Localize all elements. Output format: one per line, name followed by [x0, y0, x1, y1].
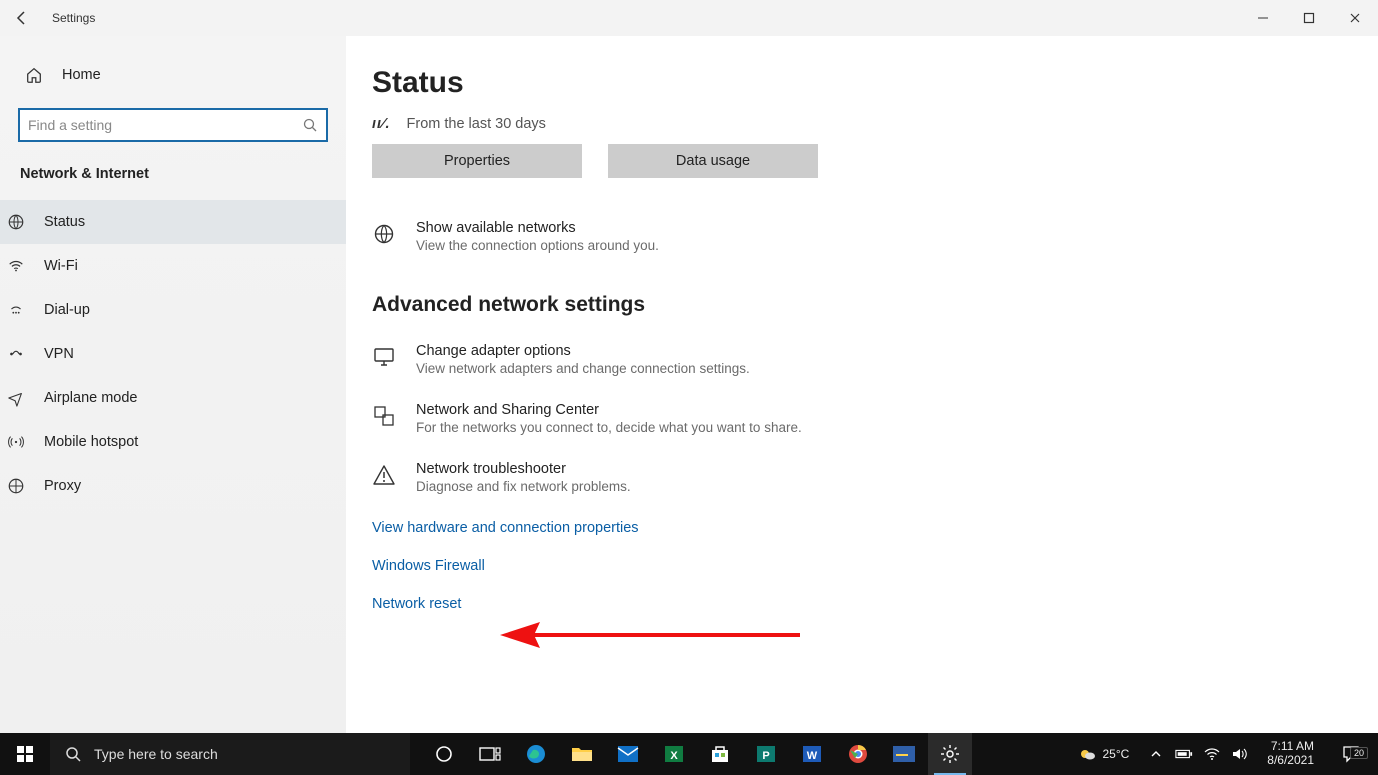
globe-icon: [372, 220, 398, 253]
sidebar-item-label: Proxy: [44, 478, 81, 494]
svg-text:X: X: [670, 750, 678, 762]
clock-time: 7:11 AM: [1267, 740, 1314, 754]
weather-temp: 25°C: [1102, 747, 1129, 761]
sidebar-item-wifi[interactable]: Wi-Fi: [0, 244, 346, 288]
item-title: Change adapter options: [416, 343, 750, 359]
sidebar-home-label: Home: [62, 67, 101, 83]
volume-icon[interactable]: [1231, 747, 1249, 761]
sharing-center-item[interactable]: Network and Sharing Center For the netwo…: [372, 402, 1378, 435]
home-icon: [24, 66, 44, 84]
battery-icon[interactable]: [1175, 748, 1193, 760]
sidebar-category: Network & Internet: [18, 164, 328, 200]
svg-text:W: W: [807, 750, 818, 762]
chrome-icon[interactable]: [836, 733, 880, 775]
sidebar-item-label: VPN: [44, 346, 74, 362]
search-box[interactable]: [18, 108, 328, 142]
start-button[interactable]: [0, 733, 50, 775]
titlebar: Settings: [0, 0, 1378, 36]
wifi-icon: [6, 257, 26, 275]
publisher-icon[interactable]: P: [744, 733, 788, 775]
data-chart-icon: ıı⁄.: [372, 116, 391, 132]
sidebar-item-airplane[interactable]: Airplane mode: [0, 376, 346, 420]
clock-date: 8/6/2021: [1267, 754, 1314, 768]
search-icon: [64, 745, 82, 763]
advanced-heading: Advanced network settings: [372, 293, 1378, 317]
window-title: Settings: [44, 11, 95, 25]
hardware-link[interactable]: View hardware and connection properties: [372, 520, 1378, 536]
monitor-icon: [372, 343, 398, 376]
search-icon: [302, 117, 318, 133]
weather-widget[interactable]: 25°C: [1070, 745, 1137, 763]
page-title: Status: [372, 66, 1378, 100]
network-reset-link[interactable]: Network reset: [372, 596, 1378, 612]
system-tray: 25°C 7:11 AM 8/6/2021 20: [1062, 740, 1378, 768]
cortana-button[interactable]: [422, 733, 466, 775]
settings-taskbar-icon[interactable]: [928, 733, 972, 775]
maximize-button[interactable]: [1286, 0, 1332, 36]
minimize-button[interactable]: [1240, 0, 1286, 36]
taskbar: Type here to search X P W: [0, 733, 1378, 775]
proxy-icon: [6, 477, 26, 495]
globe-icon: [6, 213, 26, 231]
warning-icon: [372, 461, 398, 494]
edge-icon[interactable]: [514, 733, 558, 775]
airplane-icon: [6, 389, 26, 407]
item-desc: View the connection options around you.: [416, 238, 659, 253]
mail-icon[interactable]: [606, 733, 650, 775]
sidebar-item-label: Airplane mode: [44, 390, 138, 406]
taskbar-search[interactable]: Type here to search: [50, 733, 410, 775]
sidebar-item-label: Dial-up: [44, 302, 90, 318]
data-usage-button[interactable]: Data usage: [608, 144, 818, 178]
dialup-icon: [6, 301, 26, 319]
hotspot-icon: [6, 433, 26, 451]
excel-icon[interactable]: X: [652, 733, 696, 775]
sidebar-item-label: Status: [44, 214, 85, 230]
item-title: Show available networks: [416, 220, 659, 236]
status-summary: ıı⁄. From the last 30 days: [372, 116, 1378, 132]
show-networks-item[interactable]: Show available networks View the connect…: [372, 220, 1378, 253]
sidebar-item-proxy[interactable]: Proxy: [0, 464, 346, 508]
wifi-tray-icon[interactable]: [1203, 747, 1221, 761]
item-desc: For the networks you connect to, decide …: [416, 420, 802, 435]
item-desc: View network adapters and change connect…: [416, 361, 750, 376]
properties-button[interactable]: Properties: [372, 144, 582, 178]
app-icon[interactable]: [882, 733, 926, 775]
vpn-icon: [6, 345, 26, 363]
sidebar-item-vpn[interactable]: VPN: [0, 332, 346, 376]
change-adapter-item[interactable]: Change adapter options View network adap…: [372, 343, 1378, 376]
notification-badge: 20: [1350, 747, 1368, 759]
sidebar-item-status[interactable]: Status: [0, 200, 346, 244]
troubleshooter-item[interactable]: Network troubleshooter Diagnose and fix …: [372, 461, 1378, 494]
status-subtext: From the last 30 days: [407, 116, 546, 132]
sidebar: Home Network & Internet Status Wi-Fi: [0, 36, 346, 733]
task-view-button[interactable]: [468, 733, 512, 775]
close-button[interactable]: [1332, 0, 1378, 36]
sidebar-item-label: Wi-Fi: [44, 258, 78, 274]
weather-icon: [1078, 745, 1096, 763]
back-button[interactable]: [0, 10, 44, 26]
sidebar-home[interactable]: Home: [18, 56, 328, 94]
search-input[interactable]: [28, 117, 302, 133]
svg-text:P: P: [762, 750, 769, 762]
store-icon[interactable]: [698, 733, 742, 775]
sharing-icon: [372, 402, 398, 435]
sidebar-item-label: Mobile hotspot: [44, 434, 138, 450]
sidebar-item-dialup[interactable]: Dial-up: [0, 288, 346, 332]
word-icon[interactable]: W: [790, 733, 834, 775]
tray-chevron-icon[interactable]: [1147, 748, 1165, 760]
action-center-icon[interactable]: 20: [1332, 745, 1370, 763]
file-explorer-icon[interactable]: [560, 733, 604, 775]
item-title: Network and Sharing Center: [416, 402, 802, 418]
clock[interactable]: 7:11 AM 8/6/2021: [1259, 740, 1322, 768]
firewall-link[interactable]: Windows Firewall: [372, 558, 1378, 574]
content-area: Status ıı⁄. From the last 30 days Proper…: [346, 36, 1378, 733]
taskbar-search-placeholder: Type here to search: [94, 746, 218, 762]
item-title: Network troubleshooter: [416, 461, 631, 477]
sidebar-item-hotspot[interactable]: Mobile hotspot: [0, 420, 346, 464]
item-desc: Diagnose and fix network problems.: [416, 479, 631, 494]
